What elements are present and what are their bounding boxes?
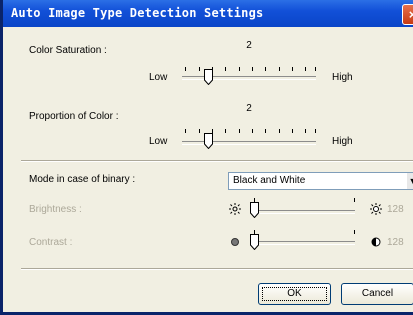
color-saturation-low-label: Low	[149, 72, 168, 83]
slider-track	[251, 210, 355, 214]
brightness-label: Brightness :	[29, 204, 82, 215]
proportion-of-color-value: 2	[246, 103, 252, 114]
cancel-label: Cancel	[361, 288, 394, 299]
focus-rect	[262, 287, 327, 301]
chevron-down-icon[interactable]: ▼	[407, 173, 413, 189]
contrast-label: Contrast :	[29, 237, 73, 248]
close-icon[interactable]: ×	[402, 4, 413, 25]
color-saturation-value: 2	[246, 40, 252, 51]
slider-track	[251, 241, 355, 245]
separator	[21, 268, 413, 270]
contrast-value: 128	[387, 237, 404, 248]
proportion-of-color-high-label: High	[332, 136, 353, 147]
brightness-value: 128	[387, 204, 404, 215]
color-saturation-label: Color Saturation :	[29, 45, 107, 56]
color-saturation-high-label: High	[332, 72, 353, 83]
slider-tick	[354, 198, 355, 202]
slider-track	[182, 76, 316, 80]
slider-thumb[interactable]	[204, 69, 213, 85]
slider-thumb[interactable]	[204, 133, 213, 149]
slider-tick	[354, 230, 355, 234]
binary-mode-label: Mode in case of binary :	[29, 174, 136, 185]
ok-button[interactable]: OK	[258, 283, 331, 305]
sun-bright-icon	[370, 203, 382, 215]
proportion-of-color-low-label: Low	[149, 136, 168, 147]
binary-mode-selected: Black and White	[233, 175, 306, 186]
slider-thumb[interactable]	[250, 234, 259, 250]
sun-dim-icon	[229, 203, 241, 215]
circle-icon	[231, 238, 239, 246]
slider-thumb[interactable]	[250, 202, 259, 218]
half-circle-icon	[371, 237, 381, 247]
slider-track	[182, 141, 316, 145]
dialog-window: Auto Image Type Detection Settings × Col…	[0, 0, 413, 315]
proportion-of-color-label: Proportion of Color :	[29, 111, 119, 122]
title-bar[interactable]: Auto Image Type Detection Settings ×	[3, 0, 413, 27]
cancel-button[interactable]: Cancel	[341, 283, 413, 305]
window-title: Auto Image Type Detection Settings	[11, 6, 264, 20]
separator	[21, 160, 413, 162]
binary-mode-select[interactable]: Black and White ▼	[228, 172, 413, 190]
